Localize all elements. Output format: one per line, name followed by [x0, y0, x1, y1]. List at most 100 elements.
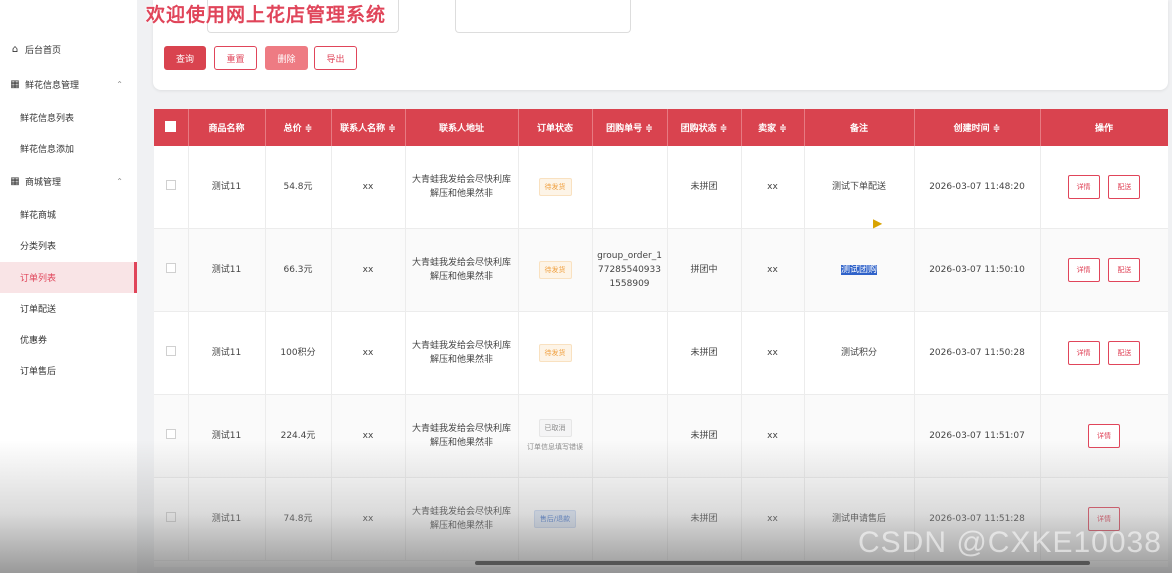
- col-seller[interactable]: 卖家 ≑: [741, 109, 805, 146]
- cell-address: 大青蛙我发给会尽快利库解压和他果然非: [405, 394, 519, 478]
- page-title: 欢迎使用网上花店管理系统: [146, 4, 387, 26]
- reset-button[interactable]: 重置: [214, 46, 257, 70]
- export-button[interactable]: 导出: [314, 46, 357, 70]
- table-row: 测试11 100积分 xx 大青蛙我发给会尽快利库解压和他果然非 待发货 未拼团…: [154, 311, 1168, 395]
- cell-ops: 详情 配送: [1040, 311, 1168, 395]
- deliver-button[interactable]: 配送: [1108, 341, 1141, 365]
- cell-status: 售后/退款: [518, 477, 593, 561]
- sidebar-item-flower-list[interactable]: 鲜花信息列表: [0, 102, 137, 133]
- col-remark: 备注: [804, 109, 915, 146]
- cell-remark: 测试团购: [804, 228, 915, 312]
- cell-group-status: 未拼团: [667, 146, 742, 229]
- cell-group-no: [592, 146, 668, 229]
- cell-group-no: [592, 477, 668, 561]
- checkbox-icon: [165, 428, 176, 439]
- detail-button[interactable]: 详情: [1067, 341, 1100, 365]
- cell-total: 74.8元: [265, 477, 332, 561]
- deliver-button[interactable]: 配送: [1108, 258, 1141, 282]
- sidebar-item-flower-add[interactable]: 鲜花信息添加: [0, 133, 137, 164]
- col-created[interactable]: 创建时间 ≑: [914, 109, 1041, 146]
- checkbox-icon: [165, 120, 177, 132]
- delete-button[interactable]: 删除: [265, 46, 308, 70]
- cell-name: 测试11: [188, 394, 266, 478]
- sidebar-item-category-list[interactable]: 分类列表: [0, 230, 137, 261]
- cell-group-status: 未拼团: [667, 394, 742, 478]
- cell-ops: 详情 配送: [1040, 146, 1168, 229]
- detail-button[interactable]: 详情: [1067, 175, 1100, 199]
- sidebar-item-home[interactable]: ⌂ 后台首页: [0, 34, 137, 65]
- sidebar-item-coupon[interactable]: 优惠券: [0, 324, 137, 355]
- sidebar-item-flower-mall[interactable]: 鲜花商城: [0, 199, 137, 230]
- sidebar-item-order-delivery[interactable]: 订单配送: [0, 293, 137, 324]
- cell-group-status: 未拼团: [667, 311, 742, 395]
- cell-name: 测试11: [188, 146, 266, 229]
- mouse-cursor-icon: ▶: [873, 216, 883, 230]
- table-row: 测试11 54.8元 xx 大青蛙我发给会尽快利库解压和他果然非 待发货 未拼团…: [154, 146, 1168, 229]
- cancel-reason: 订单信息填写错误: [527, 442, 583, 451]
- query-button[interactable]: 查询: [164, 46, 206, 70]
- main-content: 查询 重置 删除 导出 商品名称 总价 ≑ 联系人名称 ≑ 联系人地址 订单状态…: [137, 0, 1172, 573]
- sidebar-item-mall[interactable]: ▦ 商城管理 ⌃: [0, 166, 137, 197]
- cell-contact: xx: [331, 477, 406, 561]
- select-all-checkbox[interactable]: [154, 109, 189, 146]
- deliver-button[interactable]: 配送: [1108, 175, 1141, 199]
- detail-button[interactable]: 详情: [1067, 258, 1100, 282]
- cell-status: 待发货: [518, 146, 593, 229]
- status-badge: 待发货: [538, 178, 572, 196]
- cell-remark: 测试积分: [804, 311, 915, 395]
- cell-status: 待发货: [518, 311, 593, 395]
- cell-group-no: group_order_1772855409331558909: [592, 228, 668, 312]
- cell-created: 2026-03-07 11:51:07: [914, 394, 1041, 478]
- cell-group-status: 未拼团: [667, 477, 742, 561]
- cell-address: 大青蛙我发给会尽快利库解压和他果然非: [405, 477, 519, 561]
- horizontal-scrollbar[interactable]: [475, 561, 1090, 565]
- checkbox-icon: [165, 262, 176, 273]
- col-contact[interactable]: 联系人名称 ≑: [331, 109, 406, 146]
- row-checkbox[interactable]: [154, 394, 189, 478]
- cell-ops: 详情 配送: [1040, 228, 1168, 312]
- col-group-no[interactable]: 团购单号 ≑: [592, 109, 668, 146]
- sidebar-item-flower-info[interactable]: ▦ 鲜花信息管理 ⌃: [0, 69, 137, 100]
- home-icon: ⌂: [11, 44, 19, 55]
- col-address: 联系人地址: [405, 109, 519, 146]
- search-input[interactable]: [455, 0, 631, 33]
- sidebar-item-label: 优惠券: [20, 336, 48, 346]
- cell-address: 大青蛙我发给会尽快利库解压和他果然非: [405, 311, 519, 395]
- cell-contact: xx: [331, 311, 406, 395]
- row-checkbox[interactable]: [154, 228, 189, 312]
- cell-status: 待发货: [518, 228, 593, 312]
- cell-name: 测试11: [188, 228, 266, 312]
- row-checkbox[interactable]: [154, 311, 189, 395]
- status-badge: 待发货: [538, 261, 572, 279]
- cell-address: 大青蛙我发给会尽快利库解压和他果然非: [405, 228, 519, 312]
- apps-icon: ▦: [10, 79, 20, 90]
- cell-remark: 测试下单配送: [804, 146, 915, 229]
- cell-group-status: 拼团中: [667, 228, 742, 312]
- cell-created: 2026-03-07 11:50:10: [914, 228, 1041, 312]
- sidebar-item-order-list[interactable]: 订单列表: [0, 262, 137, 293]
- cell-total: 66.3元: [265, 228, 332, 312]
- status-badge: 待发货: [538, 344, 572, 362]
- cell-status: 已取消 订单信息填写错误: [518, 394, 593, 478]
- sidebar-item-label: 分类列表: [20, 242, 57, 252]
- table-header-row: 商品名称 总价 ≑ 联系人名称 ≑ 联系人地址 订单状态 团购单号 ≑ 团购状态…: [154, 109, 1168, 146]
- chevron-up-icon: ⌃: [116, 80, 123, 89]
- cell-seller: xx: [741, 146, 805, 229]
- cell-contact: xx: [331, 146, 406, 229]
- col-name: 商品名称: [188, 109, 266, 146]
- cell-name: 测试11: [188, 311, 266, 395]
- checkbox-icon: [165, 345, 176, 356]
- col-total[interactable]: 总价 ≑: [265, 109, 332, 146]
- col-group-status[interactable]: 团购状态 ≑: [667, 109, 742, 146]
- sidebar-item-after-sales[interactable]: 订单售后: [0, 355, 137, 386]
- cell-seller: xx: [741, 311, 805, 395]
- row-checkbox[interactable]: [154, 477, 189, 561]
- row-checkbox[interactable]: [154, 146, 189, 229]
- cell-seller: xx: [741, 477, 805, 561]
- checkbox-icon: [165, 179, 176, 190]
- cell-address: 大青蛙我发给会尽快利库解压和他果然非: [405, 146, 519, 229]
- apps-icon: ▦: [10, 176, 20, 187]
- detail-button[interactable]: 详情: [1088, 424, 1120, 448]
- selected-text: 测试团购: [840, 265, 877, 275]
- cell-created: 2026-03-07 11:50:28: [914, 311, 1041, 395]
